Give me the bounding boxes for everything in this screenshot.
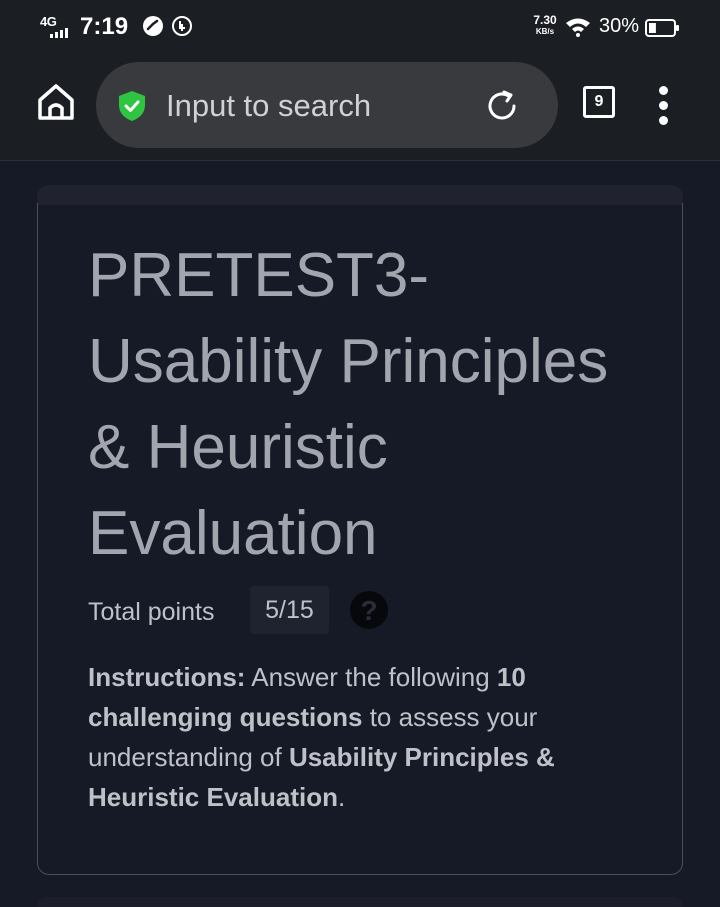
score-badge: 5/15 bbox=[250, 586, 329, 634]
app-notification-icon bbox=[172, 16, 192, 36]
title-line: Usability Principles bbox=[88, 327, 609, 396]
clock: 7:19 bbox=[80, 13, 129, 40]
speed-unit: KB/s bbox=[535, 27, 555, 36]
cellular-signal-icon: 4G bbox=[40, 14, 76, 40]
network-type: 4G bbox=[40, 14, 57, 29]
browser-toolbar: Input to search 9 bbox=[0, 56, 720, 161]
tab-switcher-button[interactable]: 9 bbox=[583, 86, 615, 118]
speed-value: 7.30 bbox=[533, 13, 557, 27]
title-line: Evaluation bbox=[88, 499, 378, 568]
overflow-menu-icon[interactable] bbox=[652, 86, 676, 126]
address-bar[interactable]: Input to search bbox=[96, 62, 558, 148]
card-header-bar bbox=[37, 185, 683, 205]
total-points-label: Total points bbox=[88, 598, 215, 626]
help-symbol: ? bbox=[360, 595, 377, 626]
reload-icon[interactable] bbox=[484, 88, 520, 124]
next-card-peek bbox=[37, 897, 683, 907]
quiz-header-card: PRETEST3- Usability Principles & Heurist… bbox=[37, 203, 683, 875]
tab-count: 9 bbox=[594, 93, 604, 110]
speedometer-icon bbox=[143, 16, 163, 36]
home-icon[interactable] bbox=[35, 81, 77, 123]
score-value: 5/15 bbox=[265, 595, 314, 624]
status-bar: 4G 7:19 7.30 KB/s 30% bbox=[0, 0, 720, 56]
battery-icon bbox=[645, 19, 679, 37]
wifi-icon bbox=[566, 18, 590, 37]
instructions-text: Instructions: Answer the following 10 ch… bbox=[88, 657, 648, 817]
instructions-part: . bbox=[337, 782, 346, 812]
security-shield-icon bbox=[119, 91, 145, 121]
network-speed: 7.30 KB/s bbox=[530, 13, 560, 37]
quiz-title: PRETEST3- Usability Principles & Heurist… bbox=[88, 233, 658, 577]
instructions-label: Instructions: bbox=[88, 662, 246, 692]
title-line: & Heuristic bbox=[88, 413, 388, 482]
battery-percent: 30% bbox=[599, 15, 640, 37]
help-icon[interactable]: ? bbox=[349, 590, 389, 630]
search-input[interactable]: Input to search bbox=[166, 88, 371, 124]
instructions-part: Answer the following bbox=[245, 662, 497, 692]
title-line: PRETEST3- bbox=[88, 241, 430, 310]
